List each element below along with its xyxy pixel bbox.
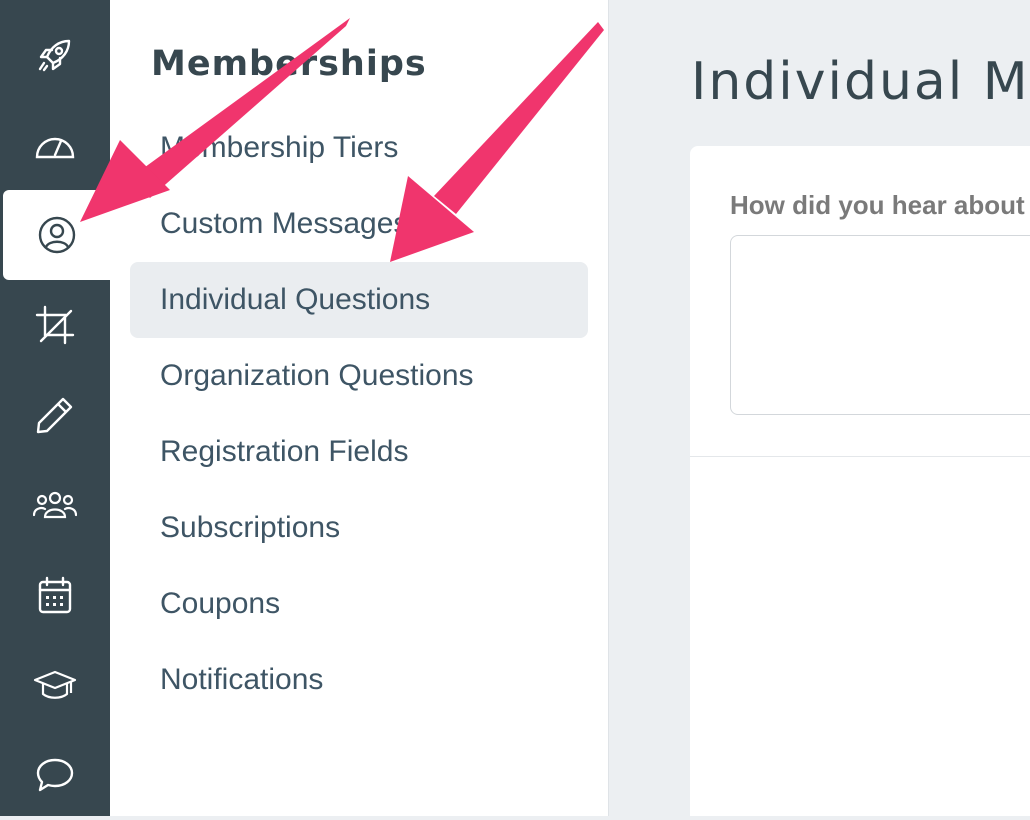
page-title: Individual Membership Questions <box>691 52 1030 112</box>
dashboard-gauge-icon <box>35 137 75 159</box>
rail-item-messages[interactable] <box>0 730 110 820</box>
subnav-item-individual-questions[interactable]: Individual Questions <box>130 262 588 338</box>
calendar-icon <box>38 576 72 614</box>
card-divider <box>690 456 1030 457</box>
question-answer-input[interactable] <box>730 235 1030 415</box>
question-card: How did you hear about us? <box>690 146 1030 816</box>
user-circle-icon <box>38 216 75 254</box>
subnav-item-membership-tiers[interactable]: Membership Tiers <box>130 110 588 186</box>
rail-item-content[interactable] <box>0 370 110 460</box>
rail-item-launch[interactable] <box>0 10 110 100</box>
icon-rail <box>0 0 110 816</box>
subnav-item-coupons[interactable]: Coupons <box>130 566 588 642</box>
subnav-item-subscriptions[interactable]: Subscriptions <box>130 490 588 566</box>
chat-bubble-icon <box>36 758 74 792</box>
rocket-icon <box>38 39 71 72</box>
main-content: Individual Membership Questions How did … <box>609 0 1030 816</box>
graduation-cap-icon <box>33 670 77 699</box>
subnav-item-registration-fields[interactable]: Registration Fields <box>130 414 588 490</box>
pencil-icon <box>36 397 73 434</box>
rail-item-dashboard[interactable] <box>0 100 110 190</box>
rail-item-members[interactable] <box>0 460 110 550</box>
subnav-item-organization-questions[interactable]: Organization Questions <box>130 338 588 414</box>
subnav-item-custom-messages[interactable]: Custom Messages <box>130 186 588 262</box>
subnav-item-notifications[interactable]: Notifications <box>130 642 588 718</box>
crop-icon <box>35 305 75 345</box>
rail-item-design[interactable] <box>0 280 110 370</box>
question-label: How did you hear about us? <box>730 190 1030 220</box>
rail-item-events[interactable] <box>0 550 110 640</box>
rail-item-memberships[interactable] <box>3 190 110 280</box>
rail-item-learning[interactable] <box>0 640 110 730</box>
subnav-title: Memberships <box>151 44 427 84</box>
memberships-subnav: Memberships Membership Tiers Custom Mess… <box>110 0 609 816</box>
users-group-icon <box>33 491 77 519</box>
